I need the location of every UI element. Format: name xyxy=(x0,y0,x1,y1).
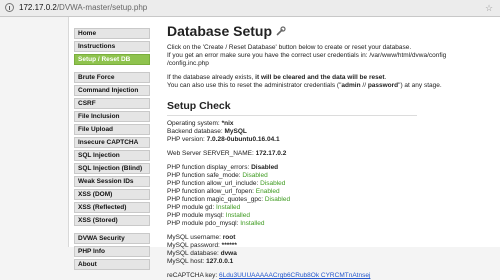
menu-item-sql-injection[interactable]: SQL Injection xyxy=(74,150,150,161)
f2-label: PHP function safe_mode: xyxy=(167,172,243,179)
menu-item-file-inclusion[interactable]: File Inclusion xyxy=(74,111,150,122)
db-user-label: MySQL username: xyxy=(167,234,223,241)
php-version-label: PHP version: xyxy=(167,136,207,143)
intro-line-5-mid: // xyxy=(360,82,368,89)
mysql-password-row: MySQL password: ****** xyxy=(167,242,497,250)
menu-item-sql-injection-blind[interactable]: SQL Injection (Blind) xyxy=(74,163,150,174)
menu-item-file-upload[interactable]: File Upload xyxy=(74,124,150,135)
menu-item-command-injection[interactable]: Command Injection xyxy=(74,85,150,96)
recaptcha-label: reCAPTCHA key: xyxy=(167,272,220,279)
menu-item-csrf[interactable]: CSRF xyxy=(74,98,150,109)
intro-line-4-bold: it will be cleared and the data will be … xyxy=(255,74,385,81)
f5-label: PHP function magic_quotes_gpc: xyxy=(167,196,265,203)
intro-line-5-post: ") at any stage. xyxy=(398,82,442,89)
server-name-value: 172.17.0.2 xyxy=(255,150,287,157)
mysql-host-row: MySQL host: 127.0.0.1 xyxy=(167,258,497,266)
f1-label: PHP function display_errors: xyxy=(167,164,252,171)
db-name-label: MySQL database: xyxy=(167,250,221,257)
server-name-label: Web Server SERVER_NAME: xyxy=(167,150,256,157)
wrench-icon xyxy=(276,26,286,36)
os-row: Operating system: *nix xyxy=(167,120,497,128)
m1-value: Installed xyxy=(216,204,241,211)
admin-password: password xyxy=(367,82,399,89)
f1-value: Disabled xyxy=(251,164,279,171)
url-host: 172.17.0.2 xyxy=(19,3,57,12)
recaptcha-key-link[interactable]: 6Ldu3UUUAAAAACrgb6CRub8Ok CYRCMTnAtnsej xyxy=(219,272,370,279)
f4-value: Enabled xyxy=(255,188,280,195)
menu-item-home[interactable]: Home xyxy=(74,28,150,39)
os-label: Operating system: xyxy=(167,120,222,127)
bookmark-star-icon[interactable]: ☆ xyxy=(484,3,494,13)
menu-item-about[interactable]: About xyxy=(74,259,150,270)
m3-value: Installed xyxy=(240,220,265,227)
backend-row: Backend database: MySQL xyxy=(167,128,497,136)
address-bar[interactable]: 172.17.0.2/DVWA-master/setup.php ☆ xyxy=(0,0,500,17)
divider xyxy=(167,115,417,116)
intro-line-4: If the database already exists, it will … xyxy=(167,74,497,82)
mysql-database-row: MySQL database: dvwa xyxy=(167,250,497,258)
page-title-text: Database Setup xyxy=(167,23,273,39)
php-allow-url-include-row: PHP function allow_url_include: Disabled xyxy=(167,180,497,188)
m2-label: PHP module mysql: xyxy=(167,212,226,219)
menu-item-php-info[interactable]: PHP Info xyxy=(74,246,150,257)
db-user-value: root xyxy=(222,234,236,241)
php-version-value: 7.0.28-0ubuntu0.16.04.1 xyxy=(206,136,280,143)
m3-label: PHP module pdo_mysql: xyxy=(167,220,241,227)
intro-line-3: /config.inc.php xyxy=(167,60,209,67)
page-title: Database Setup xyxy=(167,22,497,40)
intro-line-5-pre: You can also use this to reset the admin… xyxy=(167,82,342,89)
php-module-gd-row: PHP module gd: Installed xyxy=(167,204,497,212)
menu-item-xss-reflected[interactable]: XSS (Reflected) xyxy=(74,202,150,213)
mysql-username-row: MySQL username: root xyxy=(167,234,497,242)
backend-value: MySQL xyxy=(224,128,247,135)
intro-line-4-pre: If the database already exists, xyxy=(167,74,256,81)
menu-item-instructions[interactable]: Instructions xyxy=(74,41,150,52)
php-display-errors-row: PHP function display_errors: Disabled xyxy=(167,164,497,172)
db-pass-value: ****** xyxy=(221,242,237,249)
db-name-value: dvwa xyxy=(220,250,237,257)
menu-item-dvwa-security[interactable]: DVWA Security xyxy=(74,233,150,244)
menu-item-weak-session-ids[interactable]: Weak Session IDs xyxy=(74,176,150,187)
intro-line-2-text: If you get an error make sure you have t… xyxy=(167,52,447,59)
php-safe-mode-row: PHP function safe_mode: Disabled xyxy=(167,172,497,180)
menu-item-brute-force[interactable]: Brute Force xyxy=(74,72,150,83)
f4-label: PHP function allow_url_fopen: xyxy=(167,188,256,195)
m1-label: PHP module gd: xyxy=(167,204,217,211)
menu-group-meta: DVWA Security PHP Info About xyxy=(74,233,150,270)
menu-item-xss-stored[interactable]: XSS (Stored) xyxy=(74,215,150,226)
intro-line-5: You can also use this to reset the admin… xyxy=(167,82,497,90)
db-pass-label: MySQL password: xyxy=(167,242,222,249)
main-content: Database Setup Click on the 'Create / Re… xyxy=(167,22,497,280)
php-allow-url-fopen-row: PHP function allow_url_fopen: Enabled xyxy=(167,188,497,196)
recaptcha-row: reCAPTCHA key: 6Ldu3UUUAAAAACrgb6CRub8Ok… xyxy=(167,272,497,280)
menu-item-setup-reset-db[interactable]: Setup / Reset DB xyxy=(74,54,150,65)
db-host-value: 127.0.0.1 xyxy=(206,258,234,265)
php-magic-quotes-row: PHP function magic_quotes_gpc: Disabled xyxy=(167,196,497,204)
f5-value: Disabled xyxy=(264,196,291,203)
intro-line-2: If you get an error make sure you have t… xyxy=(167,52,497,60)
php-module-pdo-mysql-row: PHP module pdo_mysql: Installed xyxy=(167,220,497,228)
php-module-mysql-row: PHP module mysql: Installed xyxy=(167,212,497,220)
menu-group-main: Home Instructions Setup / Reset DB xyxy=(74,28,150,65)
url-path: /DVWA-master/setup.php xyxy=(56,3,148,12)
os-value: *nix xyxy=(221,120,234,127)
info-icon[interactable] xyxy=(5,3,14,12)
intro-line-1: Click on the 'Create / Reset Database' b… xyxy=(167,44,412,51)
menu-group-vulnerabilities: Brute Force Command Injection CSRF File … xyxy=(74,72,150,226)
php-version-row: PHP version: 7.0.28-0ubuntu0.16.04.1 xyxy=(167,136,497,144)
admin-user: admin xyxy=(341,82,361,89)
m2-value: Installed xyxy=(225,212,250,219)
intro-line-4-post: . xyxy=(384,74,387,81)
menu-item-insecure-captcha[interactable]: Insecure CAPTCHA xyxy=(74,137,150,148)
setup-check-heading: Setup Check xyxy=(167,100,231,112)
backend-label: Backend database: xyxy=(167,128,225,135)
f2-value: Disabled xyxy=(242,172,268,179)
url-text[interactable]: 172.17.0.2/DVWA-master/setup.php xyxy=(19,3,147,13)
f3-label: PHP function allow_url_include: xyxy=(167,180,261,187)
db-host-label: MySQL host: xyxy=(167,258,207,265)
menu-item-xss-dom[interactable]: XSS (DOM) xyxy=(74,189,150,200)
side-menu: Home Instructions Setup / Reset DB Brute… xyxy=(74,28,150,277)
server-name-row: Web Server SERVER_NAME: 172.17.0.2 xyxy=(167,150,497,158)
f3-value: Disabled xyxy=(260,180,286,187)
